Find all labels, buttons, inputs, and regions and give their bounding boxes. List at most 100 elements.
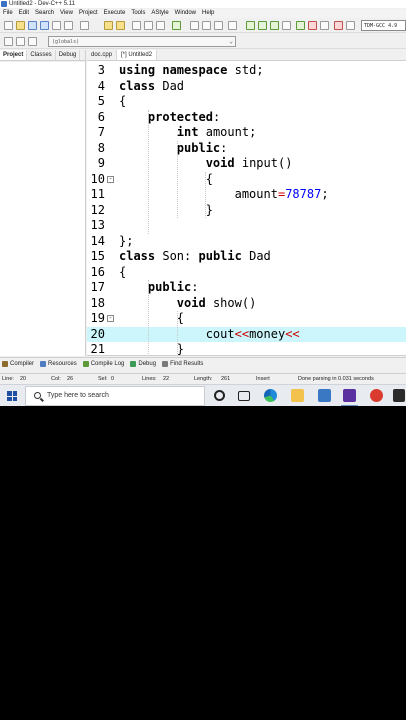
status-length-value: 261	[221, 376, 231, 382]
code-line[interactable]: 12 }	[87, 203, 406, 219]
fold-toggle-icon[interactable]: -	[107, 175, 114, 183]
code-line[interactable]: 11 amount=78787;	[87, 187, 406, 203]
file-explorer-icon[interactable]	[291, 389, 304, 402]
code-line[interactable]: 17 public:	[87, 280, 406, 296]
new-class-icon[interactable]	[4, 37, 13, 46]
code-line[interactable]: 4 class Dad	[87, 79, 406, 95]
menu-window[interactable]: Window	[172, 9, 199, 18]
code-line[interactable]: 16 {	[87, 265, 406, 281]
code-line[interactable]: 9 void input()	[87, 156, 406, 172]
code-line[interactable]: 18 void show()	[87, 296, 406, 312]
indent-icon[interactable]	[190, 21, 199, 30]
new-file-icon[interactable]	[4, 21, 13, 30]
store-icon[interactable]	[318, 389, 331, 402]
cortana-icon[interactable]	[214, 390, 225, 401]
code-line[interactable]: 10- {	[87, 172, 406, 188]
compiler-select[interactable]: TDM-GCC 4.9	[361, 20, 406, 31]
tab-find-results-label: Find Results	[170, 360, 204, 367]
close-all-icon[interactable]	[64, 21, 73, 30]
find-next-icon[interactable]	[156, 21, 165, 30]
status-message: Done parsing in 0.031 seconds	[298, 376, 374, 382]
stop-icon[interactable]	[308, 21, 317, 30]
task-view-icon[interactable]	[238, 391, 250, 401]
close-file-icon[interactable]	[52, 21, 61, 30]
status-col-value: 26	[67, 376, 74, 382]
code-line[interactable]: 7 int amount;	[87, 125, 406, 141]
line-number: 21	[90, 342, 105, 356]
tab-classes[interactable]: Classes	[27, 50, 56, 60]
code-text: void show()	[176, 295, 257, 310]
open-file-icon[interactable]	[16, 21, 25, 30]
line-number: 18	[90, 295, 105, 310]
run-icon[interactable]	[258, 21, 267, 30]
line-number: 8	[97, 140, 105, 155]
app-icon-dark[interactable]	[393, 389, 405, 402]
project-options-icon[interactable]	[28, 37, 37, 46]
code-line[interactable]: 3 using namespace std;	[87, 63, 406, 79]
scope-dropdown[interactable]: (globals) ⌄	[48, 36, 236, 47]
taskbar-search-box[interactable]: Type here to search	[25, 386, 205, 406]
tab-doc-cpp[interactable]: doc.cpp	[87, 50, 118, 60]
replace-icon[interactable]	[144, 21, 153, 30]
code-line[interactable]: 8 public:	[87, 141, 406, 157]
status-col-label: Col:	[51, 376, 61, 382]
tab-debug[interactable]: Debug	[56, 50, 81, 60]
code-line[interactable]: 21 }	[87, 342, 406, 356]
tab-project[interactable]: Project	[0, 50, 28, 60]
tab-compile-log[interactable]: Compile Log	[81, 358, 129, 369]
code-line[interactable]: 14};	[87, 234, 406, 250]
project-tree[interactable]	[0, 62, 85, 356]
menu-file[interactable]: File	[0, 9, 16, 18]
code-line[interactable]: 13	[87, 218, 406, 234]
profile-icon[interactable]	[320, 21, 329, 30]
goto-line-icon[interactable]	[172, 21, 181, 30]
save-icon[interactable]	[28, 21, 37, 30]
find-icon[interactable]	[132, 21, 141, 30]
menu-edit[interactable]: Edit	[16, 9, 32, 18]
line-number: 14	[90, 233, 105, 248]
fold-toggle-icon[interactable]: -	[107, 315, 114, 322]
compile-icon[interactable]	[246, 21, 255, 30]
insert-icon[interactable]	[16, 37, 25, 46]
menu-execute[interactable]: Execute	[101, 9, 129, 18]
tab-find-results[interactable]: Find Results	[160, 358, 207, 369]
tab-compiler[interactable]: Compiler	[0, 358, 38, 369]
debug-icon[interactable]	[296, 21, 305, 30]
code-line[interactable]: 15 class Son: public Dad	[87, 249, 406, 265]
print-icon[interactable]	[80, 21, 89, 30]
tab-untitled2[interactable]: [*] Untitled2	[117, 50, 158, 60]
unindent-icon[interactable]	[202, 21, 211, 30]
compile-run-icon[interactable]	[270, 21, 279, 30]
save-all-icon[interactable]	[40, 21, 49, 30]
code-line[interactable]: 5{	[87, 94, 406, 110]
menu-view[interactable]: View	[57, 9, 76, 18]
windows-start-icon[interactable]	[7, 391, 17, 401]
code-line[interactable]: 19- {	[87, 311, 406, 327]
rebuild-icon[interactable]	[282, 21, 291, 30]
menu-bar: File Edit Search View Project Execute To…	[0, 9, 406, 18]
class-browser-icon[interactable]	[346, 21, 355, 30]
menu-project[interactable]: Project	[76, 9, 101, 18]
code-line[interactable]: 20 cout<<money<<	[87, 326, 406, 342]
tab-debug-output[interactable]: Debug	[128, 358, 160, 369]
edge-browser-icon[interactable]	[264, 389, 277, 402]
toggle-comment-icon[interactable]	[214, 21, 223, 30]
dev-cpp-taskbar-icon[interactable]	[343, 389, 356, 402]
status-length-label: Length:	[194, 376, 213, 382]
tab-compile-log-label: Compile Log	[90, 360, 125, 367]
code-text: {	[119, 94, 127, 108]
bookmark-icon[interactable]	[228, 21, 237, 30]
code-editor[interactable]: 3 using namespace std; 4 class Dad 5{6 prote…	[87, 61, 406, 356]
chrome-icon[interactable]	[370, 389, 383, 402]
undo-icon[interactable]	[104, 21, 113, 30]
redo-icon[interactable]	[116, 21, 125, 30]
tab-resources[interactable]: Resources	[38, 358, 81, 369]
menu-search[interactable]: Search	[32, 9, 57, 18]
menu-tools[interactable]: Tools	[128, 9, 148, 18]
indent-guide	[176, 140, 178, 218]
check-syntax-icon[interactable]	[334, 21, 343, 30]
menu-astyle[interactable]: AStyle	[148, 9, 171, 18]
active-app-indicator	[341, 405, 358, 406]
menu-help[interactable]: Help	[199, 9, 217, 18]
code-line[interactable]: 6 protected:	[87, 110, 406, 126]
